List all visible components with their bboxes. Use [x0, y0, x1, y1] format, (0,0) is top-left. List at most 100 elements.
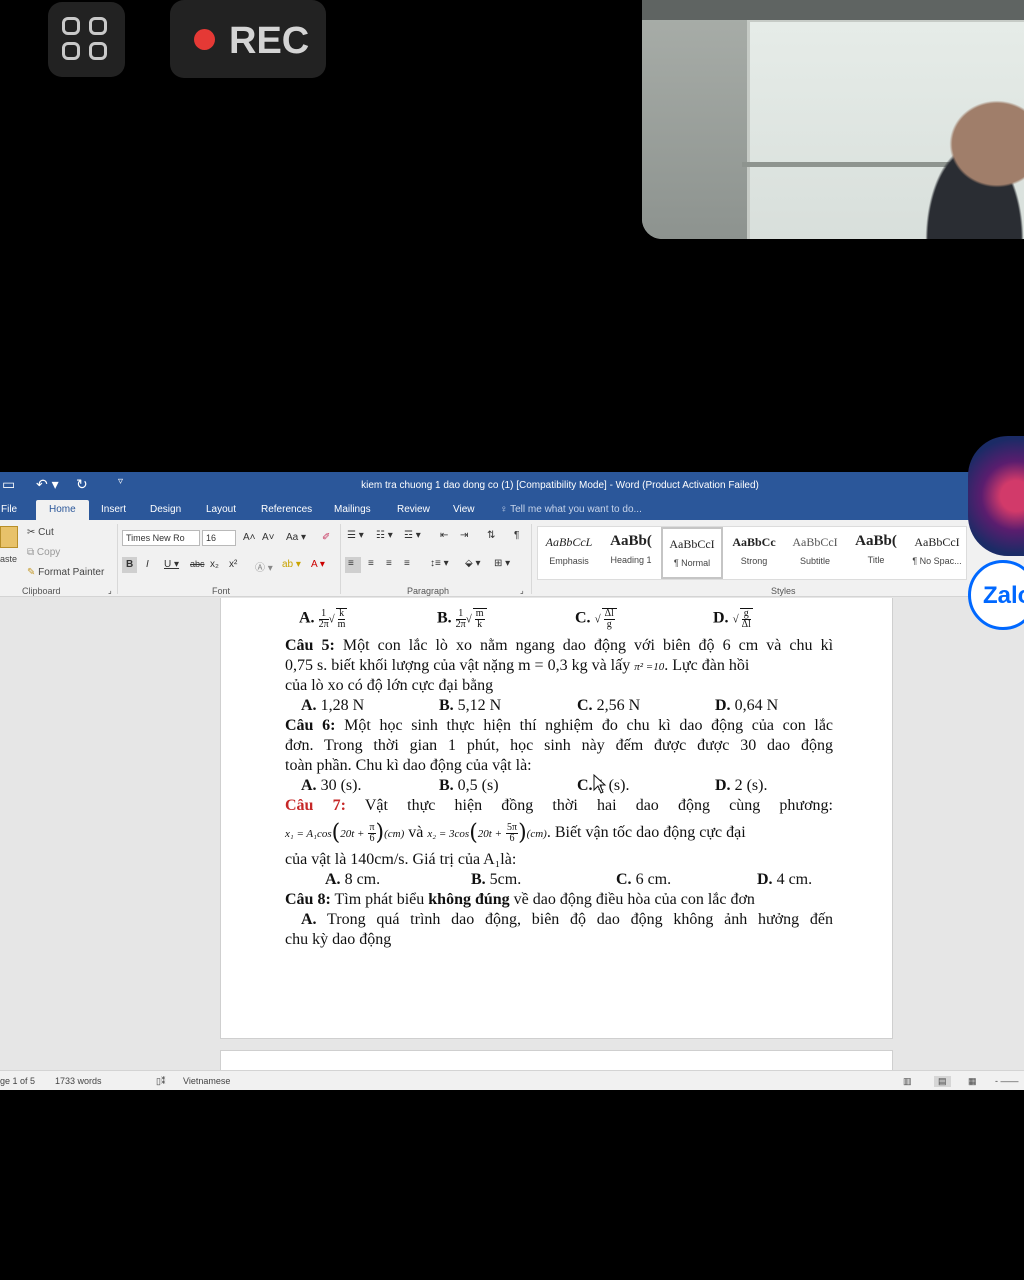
- font-name-select[interactable]: Times New Ro: [122, 530, 200, 546]
- tab-layout[interactable]: Layout: [206, 504, 236, 515]
- style-heading-1[interactable]: AaBb( Heading 1: [600, 527, 662, 579]
- camera-preview[interactable]: [642, 0, 1024, 239]
- align-left-button[interactable]: ≡: [345, 557, 361, 573]
- formula: g Δl: [739, 608, 753, 630]
- paste-button[interactable]: aste: [0, 554, 17, 564]
- q7-options-row: A. 8 cm. B. 5cm. C. 6 cm. D. 4 cm.: [285, 870, 833, 890]
- page-count[interactable]: ge 1 of 5: [0, 1076, 35, 1086]
- copy-button[interactable]: ⧉ Copy: [27, 547, 60, 558]
- bullets-icon[interactable]: ☰ ▾: [347, 530, 364, 541]
- q4-options-row: A. 1 2π √ k m B. 1 2π √ m k C. √ Δl g D. √ g Δl: [285, 602, 833, 636]
- proofing-icon[interactable]: ▯⁑: [156, 1076, 165, 1087]
- tab-insert[interactable]: Insert: [101, 504, 126, 515]
- window-title: kiem tra chuong 1 dao dong co (1) [Compa…: [361, 480, 759, 491]
- align-left-icon: ≡: [348, 558, 354, 569]
- tab-design[interactable]: Design: [150, 504, 181, 515]
- subscript-icon[interactable]: x₂: [210, 559, 219, 570]
- shading-icon[interactable]: ⬙ ▾: [465, 558, 481, 569]
- style-title[interactable]: AaBb( Title: [845, 527, 907, 579]
- formula: π² =10: [634, 661, 665, 673]
- document-page[interactable]: A. 1 2π √ k m B. 1 2π √ m k C. √ Δl g D. √ g Δl Câu …: [220, 598, 893, 1039]
- formula: x₁ = A₁cos: [285, 828, 332, 840]
- style-normal[interactable]: AaBbCcI ¶ Normal: [661, 527, 723, 579]
- formula: km: [335, 608, 348, 630]
- q6-line-3: toàn phần. Chu kì dao động của vật là:: [285, 756, 833, 776]
- q8-line-1: Câu 8: Tìm phát biểu không đúng về dao đ…: [285, 890, 833, 910]
- dialog-launcher-icon[interactable]: ⌟: [108, 586, 112, 595]
- italic-icon[interactable]: I: [146, 559, 149, 570]
- question-label: Câu 6:: [285, 717, 336, 734]
- format-painter-button[interactable]: ✎ Format Painter: [27, 567, 104, 578]
- tab-file[interactable]: File: [1, 504, 17, 515]
- highlight-icon[interactable]: ab ▾: [282, 559, 301, 570]
- question-text: đơn. Trong thời gian 1 phút, học sinh nà…: [285, 737, 833, 754]
- format-painter-label: Format Painter: [38, 567, 105, 578]
- font-color-icon[interactable]: A ▾: [311, 559, 325, 570]
- option-text: 6 cm.: [635, 871, 672, 888]
- tab-home[interactable]: Home: [36, 500, 89, 520]
- option-key: A.: [299, 609, 315, 627]
- web-layout-icon[interactable]: ▦: [968, 1076, 977, 1087]
- paren: ): [375, 820, 385, 846]
- style-emphasis[interactable]: AaBbCcL Emphasis: [538, 527, 600, 579]
- decrease-indent-icon[interactable]: ⇤: [440, 530, 448, 541]
- word-count[interactable]: 1733 words: [55, 1076, 102, 1086]
- q8-option-a-line-2: chu kỳ dao động: [285, 930, 833, 950]
- pilcrow-icon[interactable]: ¶: [514, 530, 519, 541]
- print-layout-icon[interactable]: ▤: [934, 1076, 951, 1087]
- grid-button[interactable]: [48, 2, 125, 77]
- line-spacing-icon[interactable]: ↕≡ ▾: [430, 558, 449, 569]
- shrink-font-icon[interactable]: A˅: [262, 532, 275, 543]
- align-right-icon[interactable]: ≡: [386, 558, 392, 569]
- document-area[interactable]: A. 1 2π √ k m B. 1 2π √ m k C. √ Δl g D. √ g Δl Câu …: [0, 598, 1024, 1080]
- bold-button[interactable]: B: [122, 557, 137, 573]
- paste-icon[interactable]: [0, 526, 18, 548]
- tab-mailings[interactable]: Mailings: [334, 504, 371, 515]
- justify-icon[interactable]: ≡: [404, 558, 410, 569]
- scissors-icon: ✂: [27, 527, 39, 538]
- language[interactable]: Vietnamese: [183, 1076, 230, 1086]
- chat-head-avatar[interactable]: [968, 436, 1024, 556]
- grow-font-icon[interactable]: A˄: [243, 532, 256, 543]
- superscript-icon[interactable]: x²: [229, 559, 237, 570]
- style-strong[interactable]: AaBbCc Strong: [723, 527, 785, 579]
- increase-indent-icon[interactable]: ⇥: [460, 530, 468, 541]
- multilevel-list-icon[interactable]: ☲ ▾: [404, 530, 421, 541]
- q6-option-d: D. 2 (s).: [715, 776, 767, 796]
- clear-format-icon[interactable]: ✐: [322, 532, 330, 543]
- strikethrough-icon[interactable]: abc: [190, 559, 205, 569]
- record-button[interactable]: REC: [170, 0, 326, 78]
- status-bar: ge 1 of 5 1733 words ▯⁑ Vietnamese ▥ ▤ ▦…: [0, 1070, 1024, 1090]
- q7-line-2: x₁ = A₁cos(20t + π 6)(cm) và x₂ = 3cos(20…: [285, 816, 833, 850]
- option-text: 5cm.: [489, 871, 522, 888]
- q4-option-d: D. √ g Δl: [713, 608, 753, 630]
- style-subtitle[interactable]: AaBbCcI Subtitle: [784, 527, 846, 579]
- change-case-icon[interactable]: Aa ▾: [286, 532, 306, 543]
- font-size-select[interactable]: 16: [202, 530, 236, 546]
- borders-icon[interactable]: ⊞ ▾: [494, 558, 510, 569]
- style-name: Subtitle: [799, 556, 831, 566]
- option-key: C.: [577, 697, 593, 714]
- formula: 1 2π: [318, 607, 329, 630]
- camera-person: [892, 80, 1024, 239]
- tab-review[interactable]: Review: [397, 504, 430, 515]
- tell-me-input[interactable]: ♀ Tell me what you want to do...: [500, 504, 642, 515]
- read-mode-icon[interactable]: ▥: [903, 1076, 912, 1087]
- zoom-slider[interactable]: - ——: [995, 1076, 1019, 1086]
- sort-icon[interactable]: ⇅: [487, 530, 495, 541]
- align-center-icon[interactable]: ≡: [368, 558, 374, 569]
- option-key: B.: [439, 777, 454, 794]
- cut-button[interactable]: ✂ Cut: [27, 527, 54, 538]
- tab-view[interactable]: View: [453, 504, 475, 515]
- numbering-icon[interactable]: ☷ ▾: [376, 530, 393, 541]
- tab-references[interactable]: References: [261, 504, 312, 515]
- document-body[interactable]: A. 1 2π √ k m B. 1 2π √ m k C. √ Δl g D. √ g Δl Câu …: [285, 602, 833, 950]
- style-no-spacing[interactable]: AaBbCcI ¶ No Spac...: [906, 527, 968, 579]
- underline-icon[interactable]: U ▾: [164, 559, 179, 570]
- q5-option-c: C. 2,56 N: [577, 696, 640, 716]
- text-effects-icon[interactable]: Ⓐ ▾: [255, 559, 273, 574]
- dialog-launcher-icon[interactable]: ⌟: [520, 586, 524, 595]
- styles-gallery: AaBbCcL Emphasis AaBb( Heading 1 AaBbCcI…: [537, 526, 967, 580]
- option-text: 30 (s).: [320, 777, 362, 794]
- denominator: 6: [509, 832, 515, 844]
